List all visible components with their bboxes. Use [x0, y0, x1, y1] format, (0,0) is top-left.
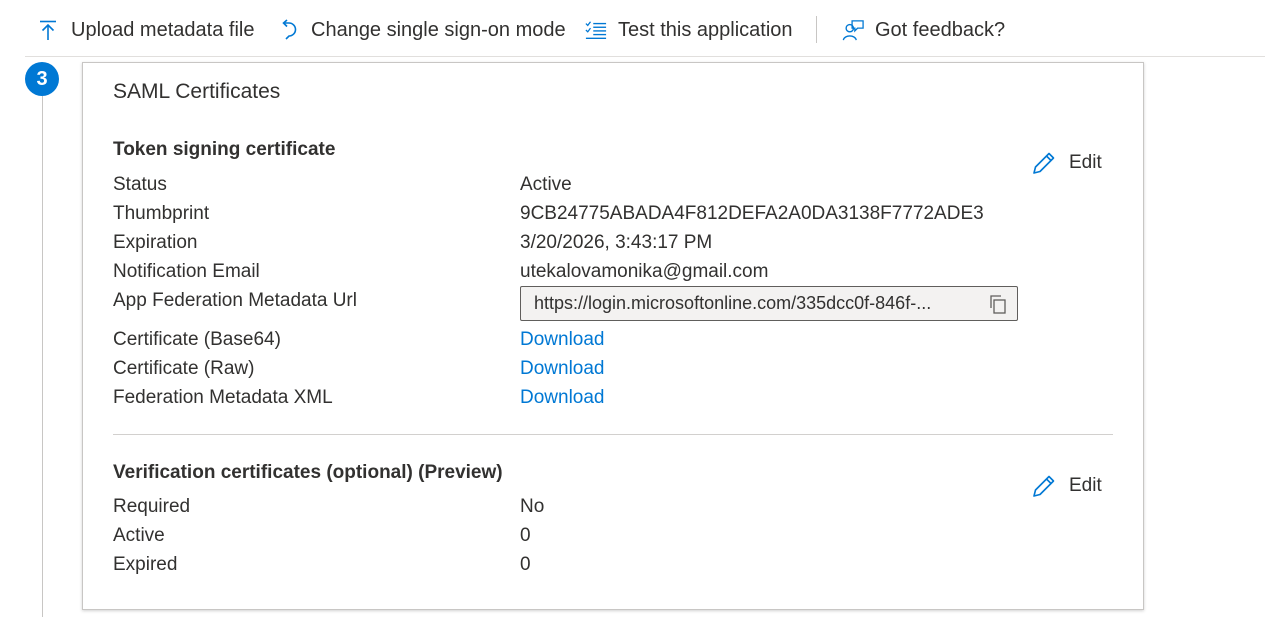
change-sso-mode-button[interactable]: Change single sign-on mode: [278, 14, 566, 46]
got-feedback-label: Got feedback?: [875, 18, 1006, 41]
certificate-base64-download-link[interactable]: Download: [520, 329, 605, 351]
undo-arrow-icon: [282, 19, 297, 40]
expired-label: Expired: [113, 554, 178, 575]
got-feedback-button[interactable]: Got feedback?: [842, 14, 1005, 46]
federation-metadata-xml-download-link[interactable]: Download: [520, 387, 605, 409]
thumbprint-value: 9CB24775ABADA4F812DEFA2A0DA3138F7772ADE3: [520, 203, 984, 224]
edit-label: Edit: [1069, 475, 1102, 496]
copy-icon[interactable]: [988, 294, 1008, 314]
pencil-icon: [1033, 475, 1055, 497]
expired-value: 0: [520, 554, 531, 575]
active-label: Active: [113, 525, 165, 546]
edit-verification-button[interactable]: Edit: [1031, 471, 1102, 501]
upload-metadata-button[interactable]: Upload metadata file: [38, 14, 254, 46]
thumbprint-label: Thumbprint: [113, 203, 210, 224]
pencil-icon: [1033, 152, 1055, 174]
federation-metadata-xml-label: Federation Metadata XML: [113, 387, 333, 408]
certificate-raw-download-link[interactable]: Download: [520, 358, 605, 380]
upload-metadata-label: Upload metadata file: [71, 18, 255, 41]
metadata-url-label: App Federation Metadata Url: [113, 290, 357, 311]
test-application-label: Test this application: [618, 18, 793, 41]
card-title: SAML Certificates: [113, 80, 281, 103]
required-label: Required: [113, 496, 191, 517]
verification-section-title: Verification certificates (optional) (Pr…: [113, 462, 503, 483]
status-label: Status: [113, 174, 167, 195]
edit-label: Edit: [1069, 152, 1102, 173]
toolbar-bottom-border: [25, 56, 1265, 57]
status-value: Active: [520, 174, 572, 195]
notification-email-label: Notification Email: [113, 261, 260, 282]
notification-email-value: utekalovamonika@gmail.com: [520, 261, 769, 282]
test-application-button[interactable]: Test this application: [585, 14, 793, 46]
step-connector-line: [42, 96, 43, 617]
edit-token-signing-button[interactable]: Edit: [1031, 148, 1102, 178]
command-bar: Upload metadata file Change single sign-…: [0, 0, 1265, 57]
saml-certificates-card: SAML Certificates Token signing certific…: [82, 62, 1144, 610]
metadata-url-field[interactable]: https://login.microsoftonline.com/335dcc…: [520, 286, 1018, 321]
expiration-label: Expiration: [113, 232, 198, 253]
active-value: 0: [520, 525, 531, 546]
certificate-base64-label: Certificate (Base64): [113, 329, 281, 350]
upload-arrow-icon: [40, 20, 56, 40]
change-sso-mode-label: Change single sign-on mode: [311, 18, 566, 41]
required-value: No: [520, 496, 545, 517]
certificate-raw-label: Certificate (Raw): [113, 358, 255, 379]
expiration-value: 3/20/2026, 3:43:17 PM: [520, 232, 713, 253]
checklist-icon: [585, 21, 607, 39]
section-divider: [113, 434, 1113, 435]
step-number-badge: 3: [25, 62, 59, 96]
metadata-url-value[interactable]: https://login.microsoftonline.com/335dcc…: [534, 293, 974, 314]
token-signing-section-title: Token signing certificate: [113, 139, 336, 160]
feedback-person-icon: [842, 20, 864, 41]
toolbar-divider: [816, 16, 817, 43]
